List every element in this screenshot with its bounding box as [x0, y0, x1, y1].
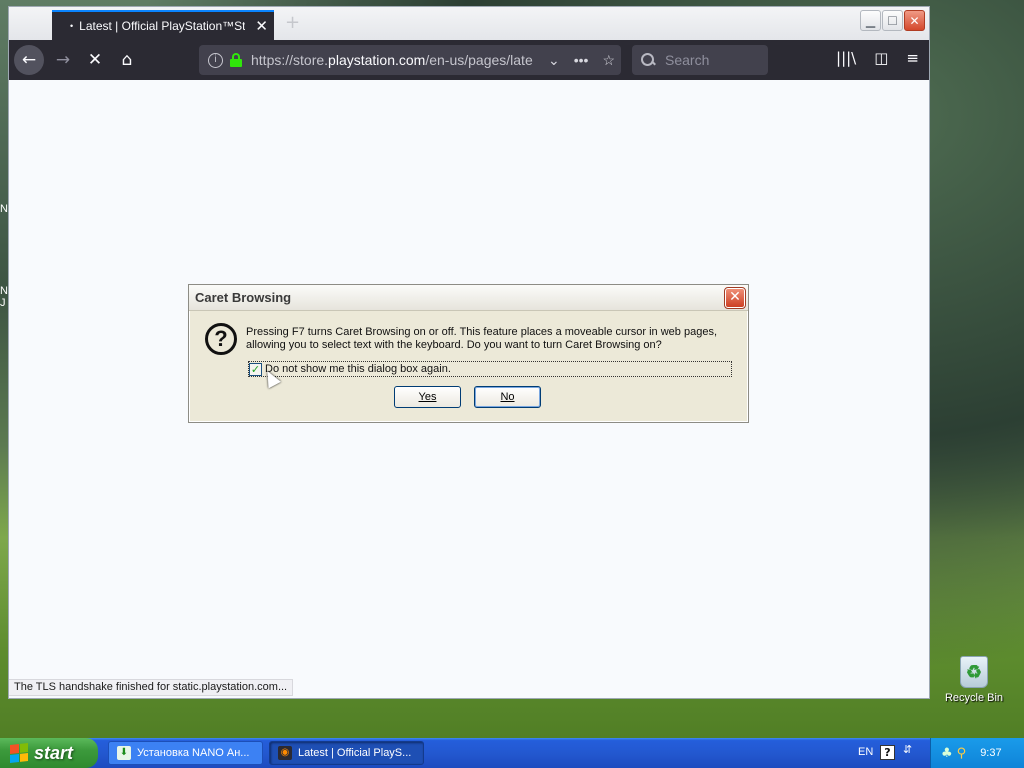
recycle-bin-icon: ♻ — [960, 656, 988, 688]
search-tray-icon[interactable]: ⚲ — [957, 746, 967, 761]
dont-show-again-option[interactable]: ✓ Do not show me this dialog box again. — [248, 361, 732, 377]
no-button[interactable]: No — [474, 386, 541, 408]
close-window-button[interactable]: ✕ — [904, 10, 925, 31]
start-label: start — [34, 742, 74, 763]
desktop-edge-text: N — [0, 286, 8, 297]
menu-icon[interactable]: ≡ — [906, 49, 919, 67]
page-actions-icon[interactable]: ••• — [574, 52, 589, 68]
toolbar-right: |||\ ◫ ≡ — [836, 49, 919, 67]
caret-browsing-dialog: Caret Browsing ✕ ? Pressing F7 turns Car… — [188, 284, 749, 423]
window-controls: ▁ ☐ ✕ — [860, 10, 925, 31]
minimize-button[interactable]: ▁ — [860, 10, 881, 31]
download-icon: ⬇ — [117, 746, 131, 760]
taskbar: start ⬇ Установка NANO Ан... ◉ Latest | … — [0, 738, 1024, 768]
network-icon[interactable]: ♣ — [941, 746, 953, 761]
desktop-edge-text: N — [0, 204, 8, 215]
taskbar-item-firefox[interactable]: ◉ Latest | Official PlayS... — [269, 741, 424, 765]
search-icon — [641, 53, 655, 67]
lock-icon[interactable] — [230, 53, 242, 67]
home-button[interactable]: ⌂ — [112, 45, 142, 75]
tab-close-icon[interactable]: ✕ — [255, 17, 268, 35]
tab-playstation-store[interactable]: • Latest | Official PlayStation™Store ✕ — [52, 10, 274, 40]
library-icon[interactable]: |||\ — [836, 49, 856, 67]
dialog-message: Pressing F7 turns Caret Browsing on or o… — [246, 326, 717, 351]
chevron-down-icon[interactable]: ⌄ — [548, 52, 560, 69]
url-text[interactable]: https://store.playstation.com/en-us/page… — [251, 52, 533, 68]
taskbar-item-installer[interactable]: ⬇ Установка NANO Ан... — [108, 741, 263, 765]
info-icon[interactable]: i — [208, 52, 223, 68]
forward-button[interactable]: → — [48, 45, 78, 75]
back-button[interactable]: ← — [14, 45, 44, 75]
loading-dot-icon: • — [70, 21, 74, 31]
search-placeholder: Search — [665, 52, 710, 68]
desktop-edge-text: J — [0, 298, 6, 309]
bookmark-star-icon[interactable]: ☆ — [602, 52, 615, 69]
firefox-icon: ◉ — [278, 746, 292, 760]
maximize-button[interactable]: ☐ — [882, 10, 903, 31]
taskbar-item-label: Установка NANO Ан... — [137, 747, 250, 759]
recycle-bin-label: Recycle Bin — [944, 692, 1004, 704]
help-icon[interactable]: ? — [880, 745, 895, 760]
new-tab-button[interactable]: + — [285, 12, 300, 33]
dialog-close-button[interactable]: ✕ — [724, 287, 746, 309]
navigation-toolbar: ← → ✕ ⌂ i https://store.playstation.com/… — [9, 40, 929, 80]
checkbox-label[interactable]: Do not show me this dialog box again. — [265, 363, 451, 375]
tab-title: Latest | Official PlayStation™Store — [79, 19, 246, 33]
stop-button[interactable]: ✕ — [80, 45, 110, 75]
tray-expand-icon[interactable]: ⇵ — [903, 743, 912, 756]
sidebar-icon[interactable]: ◫ — [874, 49, 888, 67]
tab-strip: • Latest | Official PlayStation™Store ✕ … — [9, 7, 929, 40]
clock[interactable]: 9:37 — [980, 747, 1001, 759]
address-bar[interactable]: i https://store.playstation.com/en-us/pa… — [199, 45, 621, 75]
language-indicator[interactable]: EN — [858, 746, 873, 758]
taskbar-item-label: Latest | Official PlayS... — [298, 747, 412, 759]
windows-logo-icon — [10, 743, 28, 763]
start-button[interactable]: start — [0, 738, 98, 768]
dialog-title: Caret Browsing — [189, 285, 748, 311]
system-tray: ♣ ⚲ 9:37 — [930, 738, 1024, 768]
question-icon: ? — [205, 323, 237, 355]
search-input[interactable]: Search — [632, 45, 768, 75]
yes-button[interactable]: Yes — [394, 386, 461, 408]
recycle-bin[interactable]: ♻ Recycle Bin — [940, 656, 1008, 704]
status-text: The TLS handshake finished for static.pl… — [9, 679, 294, 696]
